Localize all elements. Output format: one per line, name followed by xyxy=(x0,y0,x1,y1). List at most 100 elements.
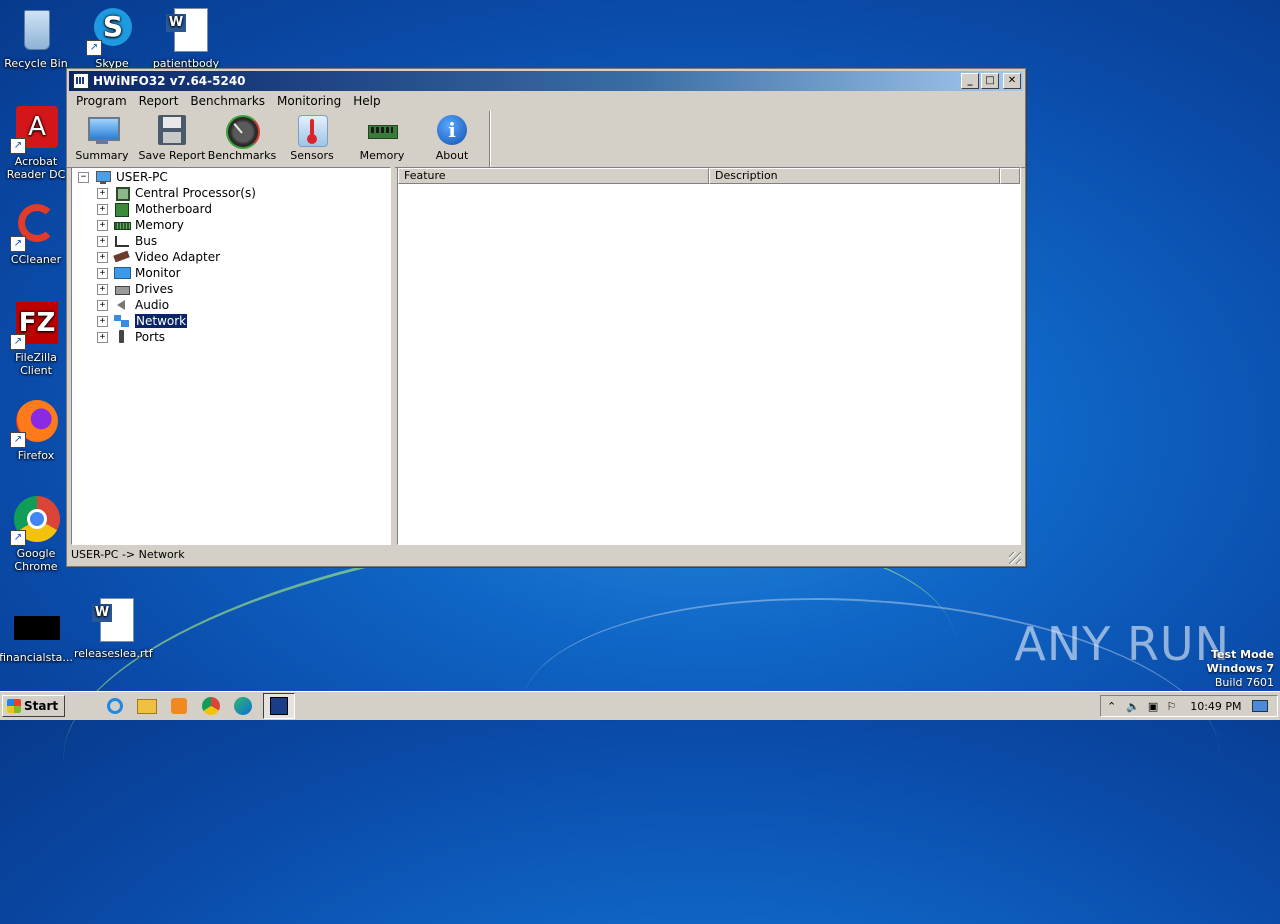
sensors-button[interactable]: Sensors xyxy=(277,111,347,167)
menu-program[interactable]: Program xyxy=(70,94,133,108)
benchmarks-button[interactable]: Benchmarks xyxy=(207,111,277,167)
ram-icon xyxy=(114,218,131,232)
collapse-icon[interactable]: − xyxy=(78,171,89,183)
file-thumbnail-icon xyxy=(12,600,60,648)
gauge-icon xyxy=(225,115,260,149)
hwinfo-taskbar-button[interactable] xyxy=(263,693,296,719)
toolbar-label: Save Report xyxy=(138,149,206,162)
cpu-icon xyxy=(114,186,130,201)
toolbar-label: About xyxy=(435,149,469,162)
tree-root-label: USER-PC xyxy=(116,170,168,184)
tree-item-motherboard[interactable]: + Motherboard xyxy=(97,201,212,217)
expand-icon[interactable]: + xyxy=(97,251,108,263)
expand-icon[interactable]: + xyxy=(97,315,108,327)
desktop-icon-patientbody[interactable]: W patientbody xyxy=(148,6,224,70)
tree-item-central-processor[interactable]: + Central Processor(s) xyxy=(97,185,256,201)
firefox-icon: ↗ xyxy=(10,398,60,448)
summary-button[interactable]: Summary xyxy=(67,111,137,167)
expand-icon[interactable]: + xyxy=(97,283,108,295)
system-tray: ⌃ 🔈 ▣ ⚐ 10:49 PM xyxy=(1100,695,1278,717)
menu-help[interactable]: Help xyxy=(347,94,386,108)
desktop-icon-filezilla[interactable]: FZ ↗ FileZilla Client xyxy=(0,300,74,377)
menu-report[interactable]: Report xyxy=(133,94,185,108)
desktop-icon-firefox[interactable]: ↗ Firefox xyxy=(0,398,74,462)
chrome-taskbar-icon[interactable] xyxy=(199,694,223,718)
computer-icon xyxy=(95,170,111,184)
clock[interactable]: 10:49 PM xyxy=(1190,700,1241,713)
ram-icon xyxy=(365,115,399,147)
tree-item-ports[interactable]: + Ports xyxy=(97,329,165,345)
details-list[interactable]: Feature Description xyxy=(397,167,1021,545)
device-tree[interactable]: − USER-PC + Central Processor(s) + Mothe… xyxy=(71,167,391,545)
tree-item-label-selected: Network xyxy=(133,313,189,329)
floppy-icon xyxy=(155,115,189,147)
desktop-icon-skype[interactable]: S ↗ Skype xyxy=(74,6,150,70)
windows-version-line: Windows 7 xyxy=(1206,662,1274,675)
acrobat-icon: A ↗ xyxy=(10,104,60,154)
tree-item-memory[interactable]: + Memory xyxy=(97,217,184,233)
tree-item-bus[interactable]: + Bus xyxy=(97,233,157,249)
toolbar-separator xyxy=(489,111,491,167)
tree-item-label: Video Adapter xyxy=(135,250,221,264)
column-header-feature[interactable]: Feature xyxy=(398,168,709,184)
save-report-button[interactable]: Save Report xyxy=(137,111,207,167)
taskbar: Start ⌃ 🔈 ▣ ⚐ 10:49 PM xyxy=(0,691,1280,720)
edge-icon[interactable] xyxy=(231,694,255,718)
filezilla-icon: FZ ↗ xyxy=(10,300,60,350)
desktop-icon-recycle-bin[interactable]: Recycle Bin xyxy=(0,6,74,70)
tree-item-label: Ports xyxy=(135,330,166,344)
file-explorer-icon[interactable] xyxy=(135,694,159,718)
expand-icon[interactable]: + xyxy=(97,187,108,199)
network-tray-icon[interactable]: ▣ xyxy=(1148,700,1158,713)
tree-item-network[interactable]: + Network xyxy=(97,313,189,329)
hwinfo-app-icon xyxy=(73,73,89,89)
expand-icon[interactable]: + xyxy=(97,331,108,343)
about-button[interactable]: i About xyxy=(417,111,487,167)
start-button[interactable]: Start xyxy=(2,695,66,717)
desktop-icon-label: FileZilla Client xyxy=(15,351,57,377)
minimize-button[interactable]: _ xyxy=(961,73,979,89)
desktop-icon-acrobat[interactable]: A ↗ Acrobat Reader DC xyxy=(0,104,74,181)
show-desktop-icon[interactable] xyxy=(1251,700,1268,712)
close-button[interactable]: ✕ xyxy=(1003,73,1021,89)
volume-icon[interactable]: 🔈 xyxy=(1126,700,1140,713)
column-header-description[interactable]: Description xyxy=(709,168,1000,184)
desktop-icon-chrome[interactable]: ↗ Google Chrome xyxy=(0,496,74,573)
memory-button[interactable]: Memory xyxy=(347,111,417,167)
desktop-icon-label: CCleaner xyxy=(10,253,62,266)
status-bar: USER-PC -> Network xyxy=(71,546,1021,564)
window-title: HWiNFO32 v7.64-5240 xyxy=(93,74,246,88)
desktop-icon-ccleaner[interactable]: ↗ CCleaner xyxy=(0,202,74,266)
internet-explorer-icon[interactable] xyxy=(103,694,127,718)
desktop-icon-releaseslea[interactable]: W releaseslea.rtf xyxy=(74,596,153,660)
expand-icon[interactable]: + xyxy=(97,299,108,311)
tree-item-monitor[interactable]: + Monitor xyxy=(97,265,181,281)
menu-monitoring[interactable]: Monitoring xyxy=(271,94,347,108)
menu-benchmarks[interactable]: Benchmarks xyxy=(184,94,271,108)
bus-icon xyxy=(114,234,130,248)
action-center-flag-icon[interactable]: ⚐ xyxy=(1166,700,1176,713)
expand-icon[interactable]: + xyxy=(97,219,108,231)
list-header: Feature Description xyxy=(398,168,1020,184)
show-hidden-icons[interactable]: ⌃ xyxy=(1107,700,1116,713)
gpu-icon xyxy=(113,250,130,264)
tree-item-label: Motherboard xyxy=(135,202,212,216)
title-bar[interactable]: HWiNFO32 v7.64-5240 _ □ ✕ xyxy=(69,71,1023,91)
desktop-icon-financialsta[interactable]: financialsta... xyxy=(0,600,74,664)
tree-root[interactable]: − USER-PC xyxy=(78,169,168,185)
desktop-icon-label: Recycle Bin xyxy=(4,57,68,70)
expand-icon[interactable]: + xyxy=(97,267,108,279)
menu-bar: Program Report Benchmarks Monitoring Hel… xyxy=(67,91,1025,111)
tree-item-drives[interactable]: + Drives xyxy=(97,281,173,297)
maximize-button[interactable]: □ xyxy=(981,73,999,89)
monitor-icon xyxy=(85,115,120,147)
network-icon xyxy=(114,314,130,328)
chrome-icon: ↗ xyxy=(10,496,60,546)
expand-icon[interactable]: + xyxy=(97,235,108,247)
media-player-icon[interactable] xyxy=(167,694,191,718)
resize-grip[interactable] xyxy=(1009,552,1021,564)
pane-splitter[interactable] xyxy=(391,167,395,545)
expand-icon[interactable]: + xyxy=(97,203,108,215)
tree-item-video-adapter[interactable]: + Video Adapter xyxy=(97,249,220,265)
tree-item-audio[interactable]: + Audio xyxy=(97,297,169,313)
